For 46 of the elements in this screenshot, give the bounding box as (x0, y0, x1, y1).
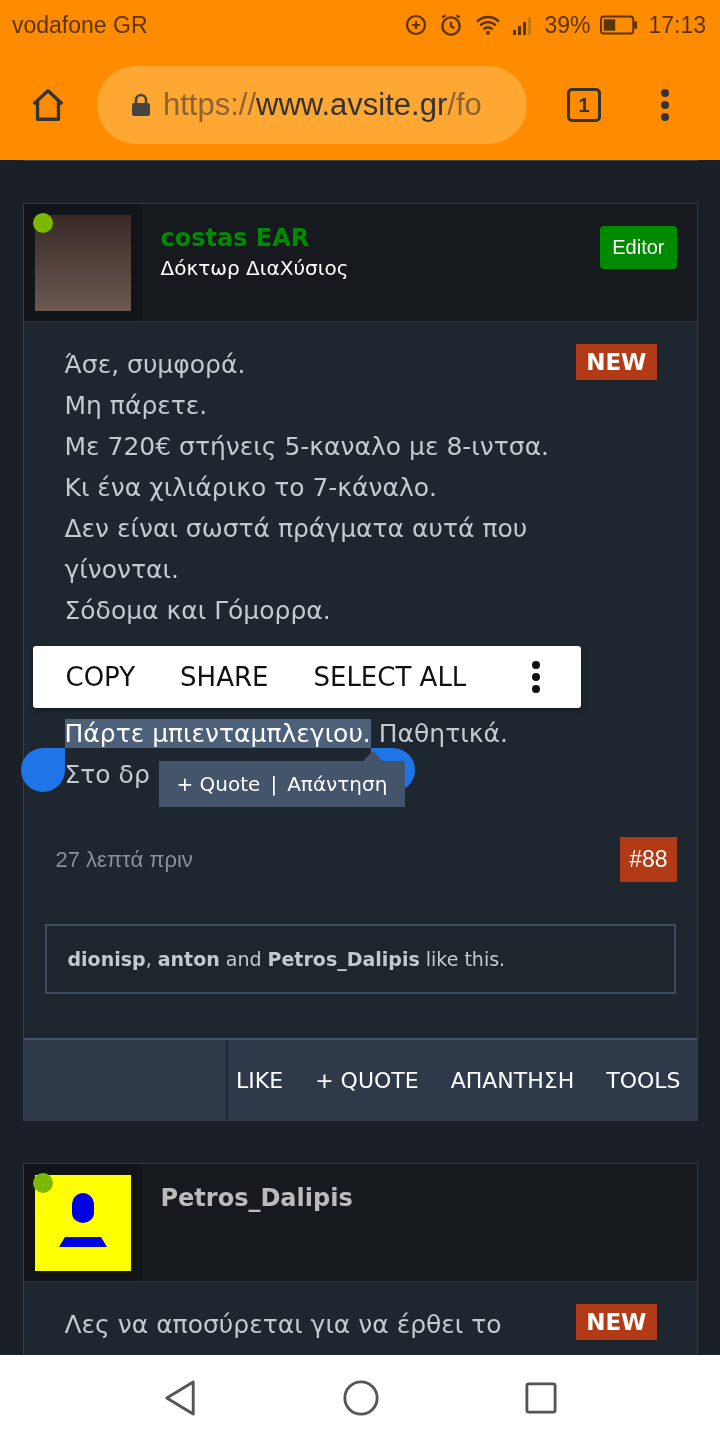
post-text: γίνονται. (64, 555, 179, 584)
recents-icon[interactable] (525, 1381, 558, 1414)
separator: | (270, 774, 278, 794)
url-text: https://www.avsite.gr/fo (163, 87, 482, 123)
tab-count-button[interactable]: 1 (567, 88, 601, 122)
battery-icon (600, 15, 639, 35)
address-bar[interactable]: https://www.avsite.gr/fo (97, 66, 527, 144)
post-text: Στο δρ (64, 760, 150, 789)
post-action-button[interactable]: TOOLS (606, 1067, 681, 1093)
post-text: Μη πάρετε. (64, 391, 208, 420)
post-number[interactable]: #88 (620, 837, 677, 882)
clock-time: 17:13 (648, 11, 706, 39)
post-action-button[interactable]: ΑΠΑΝΤΗΣΗ (450, 1067, 575, 1093)
post-action-button[interactable]: + QUOTE (315, 1067, 419, 1093)
selection-handle[interactable] (20, 748, 65, 792)
post-text: Δεν είναι σωστά πράγματα αυτά που (64, 514, 528, 543)
avatar-icon (34, 1174, 131, 1271)
user-title: Δόκτωρ ΔιαΧύσιος (160, 256, 349, 280)
quote-link[interactable]: + Quote (176, 774, 261, 794)
battery-percent: 39% (544, 11, 591, 39)
post-text: Λες να αποσύρεται για να έρθει το (64, 1310, 502, 1339)
post-text: Σόδομα και Γόμορρα. (64, 596, 331, 625)
likes-text: dionisp, anton and Petros_Dalipis like this. (67, 948, 506, 970)
more-options-icon[interactable] (530, 660, 541, 694)
author-name[interactable]: costas EAR (160, 224, 349, 252)
post-text: Παθητικά. (377, 719, 508, 748)
menu-icon[interactable] (660, 88, 670, 122)
home-circle-icon[interactable] (342, 1378, 380, 1417)
toolbar-action[interactable]: SHARE (180, 664, 269, 690)
role-badge: Editor (600, 226, 677, 269)
toolbar-action[interactable]: COPY (65, 664, 136, 690)
post-text: Κι ένα χιλιάρικο το 7-κάναλο. (64, 473, 438, 502)
selected-text: Πάρτε μπιενταμπλεγιου. (64, 719, 371, 748)
carrier-name: vodafone GR (12, 11, 148, 39)
post-action-button[interactable]: LIKE (236, 1067, 284, 1093)
new-badge: NEW (576, 344, 657, 380)
post-time: 27 λεπτά πριν (55, 846, 193, 873)
post-text: Με 720€ στήνεις 5-καναλο με 8-ιντσα. (64, 432, 550, 461)
new-badge: NEW (576, 1304, 657, 1340)
post-text: Άσε, συμφορά. (64, 350, 246, 379)
author-name[interactable]: Petros_Dalipis (160, 1184, 353, 1212)
reply-link[interactable]: Απάντηση (287, 774, 388, 794)
lock-icon (131, 93, 151, 117)
toolbar-action[interactable]: SELECT ALL (313, 664, 467, 690)
back-icon[interactable] (162, 1378, 197, 1417)
data-saver-icon (404, 13, 429, 37)
